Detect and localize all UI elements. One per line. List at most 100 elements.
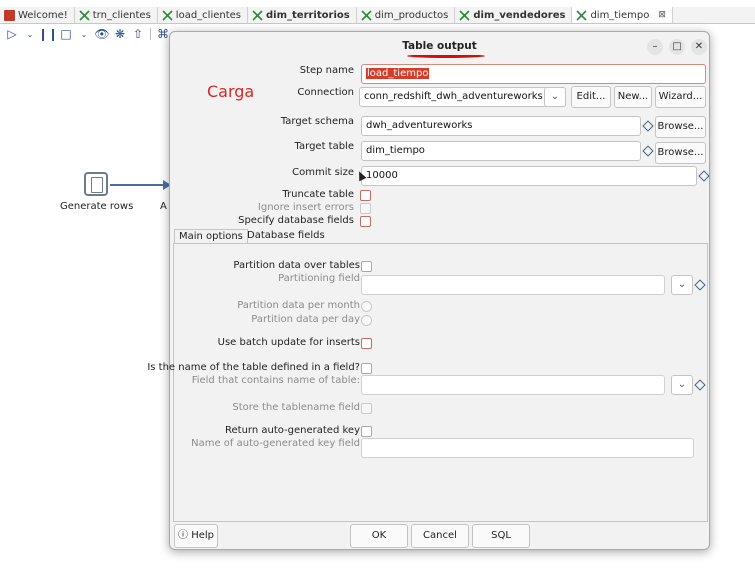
hop-line[interactable] <box>110 184 170 186</box>
truncate-table-checkbox[interactable] <box>360 190 371 201</box>
close-tab-icon[interactable]: ⊠ <box>658 10 666 20</box>
generate-rows-step-label: Generate rows <box>60 201 134 212</box>
tab-label: dim_productos <box>374 9 449 21</box>
variable-icon <box>642 145 654 157</box>
connection-label: Connection <box>297 87 354 98</box>
partitioning-field-label: Partitioning field <box>278 273 360 284</box>
cancel-button[interactable]: Cancel <box>411 524 469 548</box>
step-name-value: load_tiempo <box>366 68 430 79</box>
verify-icon[interactable]: ⌘ <box>157 27 169 41</box>
sql-button[interactable]: SQL <box>472 524 530 548</box>
target-schema-input[interactable]: dwh_adventureworks <box>361 116 641 136</box>
tab-welcome[interactable]: Welcome! <box>0 7 75 23</box>
target-table-input[interactable]: dim_tiempo <box>361 141 641 161</box>
ok-button[interactable]: OK <box>350 524 408 548</box>
field-contains-table-label: Field that contains name of table: <box>191 375 360 386</box>
partition-data-checkbox[interactable] <box>361 261 372 272</box>
partitioning-field-select[interactable] <box>361 275 665 295</box>
carga-annotation: Carga <box>207 82 255 101</box>
toolbar-separator <box>150 28 151 40</box>
use-batch-update-label: Use batch update for inserts <box>217 337 360 348</box>
help-label: Help <box>191 530 214 541</box>
variable-icon <box>698 170 710 182</box>
transformation-icon <box>162 9 173 21</box>
tab-dim-productos[interactable]: dim_productos <box>357 7 456 23</box>
tab-dim-tiempo[interactable]: dim_tiempo ⊠ <box>572 7 673 23</box>
ignore-insert-errors-label: Ignore insert errors <box>257 202 354 213</box>
truncate-table-label: Truncate table <box>282 189 354 200</box>
pause-icon[interactable]: ❙❙ <box>38 27 58 41</box>
commit-size-label: Commit size <box>292 167 354 178</box>
store-tablename-checkbox[interactable] <box>361 403 372 414</box>
partition-per-month-radio[interactable] <box>361 301 372 312</box>
main-options-panel: Partition data over tables Partitioning … <box>147 243 708 522</box>
tab-dim-territorios[interactable]: dim_territorios <box>248 7 357 23</box>
title-underline-annotation <box>407 54 485 58</box>
partition-per-day-radio[interactable] <box>361 315 372 326</box>
partition-per-month-label: Partition data per month <box>237 300 360 311</box>
use-batch-update-checkbox[interactable] <box>361 338 372 349</box>
wizard-button[interactable]: Wizard... <box>655 86 706 108</box>
browse-schema-button[interactable]: Browse... <box>655 116 706 138</box>
minimize-icon[interactable]: – <box>647 39 663 55</box>
partition-per-day-label: Partition data per day <box>251 314 360 325</box>
maximize-icon[interactable]: □ <box>669 39 685 55</box>
transformation-icon <box>459 9 470 21</box>
partition-data-label: Partition data over tables <box>233 260 360 271</box>
tab-label: dim_territorios <box>266 9 350 21</box>
transformation-icon <box>252 9 263 21</box>
preview-icon[interactable]: 👁 <box>94 27 109 41</box>
ignore-insert-errors-checkbox[interactable] <box>360 203 371 214</box>
step-name-input[interactable]: load_tiempo <box>361 64 706 84</box>
autokey-field-input[interactable] <box>361 438 694 458</box>
transformation-icon <box>79 9 90 21</box>
tab-load-clientes[interactable]: load_clientes <box>158 7 248 23</box>
tab-trn-clientes[interactable]: trn_clientes <box>75 7 158 23</box>
variable-icon <box>694 279 706 291</box>
replay-icon[interactable]: ⇧ <box>132 27 144 41</box>
step-name-label: Step name <box>299 65 354 76</box>
tab-database-fields[interactable]: Database fields <box>243 229 329 244</box>
generate-rows-step-icon[interactable] <box>84 172 108 196</box>
return-autokey-label: Return auto-generated key <box>225 425 360 436</box>
connection-select[interactable]: conn_redshift_dwh_adventureworks <box>359 87 566 107</box>
chevron-down-icon[interactable]: ⌄ <box>78 27 90 41</box>
transformation-icon <box>576 9 588 21</box>
new-connection-button[interactable]: New... <box>614 86 652 108</box>
stop-icon[interactable]: □ <box>60 27 72 41</box>
target-schema-label: Target schema <box>280 116 354 127</box>
store-tablename-label: Store the tablename field <box>232 402 360 413</box>
chevron-down-icon[interactable]: ⌄ <box>544 87 566 107</box>
edit-connection-button[interactable]: Edit... <box>571 86 611 108</box>
commit-size-input[interactable]: 10000 <box>361 166 697 186</box>
table-output-dialog: Table output – □ ✕ Carga Step name load_… <box>147 31 710 550</box>
table-name-in-field-checkbox[interactable] <box>361 363 372 374</box>
second-step-label: A <box>160 201 167 212</box>
target-table-label: Target table <box>294 141 354 152</box>
table-name-in-field-label: Is the name of the table defined in a fi… <box>147 362 360 373</box>
chevron-down-icon[interactable]: ⌄ <box>671 275 693 295</box>
close-icon[interactable]: ✕ <box>691 39 707 55</box>
transformation-icon <box>361 9 372 21</box>
run-icon[interactable]: ▷ <box>6 27 18 41</box>
tab-label: Welcome! <box>18 9 68 21</box>
help-icon: ⓘ <box>178 530 188 541</box>
variable-icon <box>694 379 706 391</box>
return-autokey-checkbox[interactable] <box>361 426 372 437</box>
field-contains-table-select[interactable] <box>361 375 665 395</box>
tab-dim-vendedores[interactable]: dim_vendedores <box>455 7 573 23</box>
chevron-down-icon[interactable]: ⌄ <box>671 375 693 395</box>
tab-label: dim_tiempo <box>590 9 650 21</box>
specify-database-fields-checkbox[interactable] <box>360 216 371 227</box>
help-button[interactable]: ⓘ Help <box>174 524 218 548</box>
tab-label: trn_clientes <box>92 9 151 21</box>
specify-database-fields-label: Specify database fields <box>238 215 354 226</box>
tab-label: load_clientes <box>175 9 241 21</box>
chevron-down-icon[interactable]: ⌄ <box>24 27 36 41</box>
debug-icon[interactable]: ❋ <box>114 27 126 41</box>
tab-label: dim_vendedores <box>473 9 566 21</box>
autokey-field-label: Name of auto-generated key field <box>191 438 360 449</box>
variable-icon <box>642 120 654 132</box>
browse-table-button[interactable]: Browse... <box>655 142 706 164</box>
editor-tab-bar: Welcome! trn_clientes load_clientes dim_ter… <box>0 7 755 24</box>
